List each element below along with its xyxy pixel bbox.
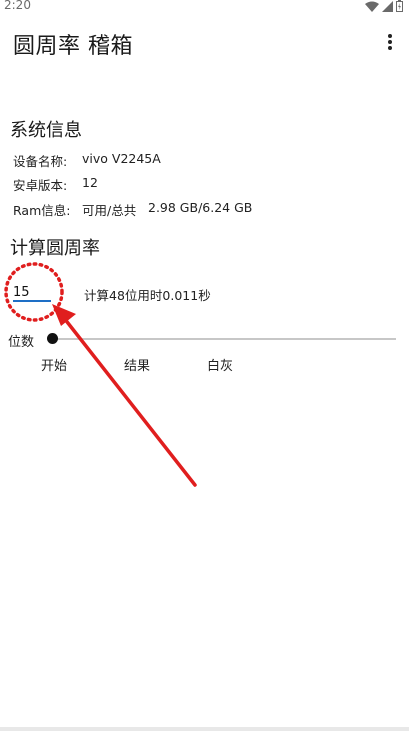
annotation-arrowhead — [52, 304, 76, 326]
annotation-arrow-line — [62, 316, 197, 487]
bottom-edge — [0, 727, 409, 731]
annotation-overlay — [4, 262, 197, 487]
annotation-circle — [4, 262, 64, 322]
screen: 2:20 圆周率 稽箱 系统信息 设备名称: vivo V2245A 安卓版本: — [0, 0, 409, 731]
